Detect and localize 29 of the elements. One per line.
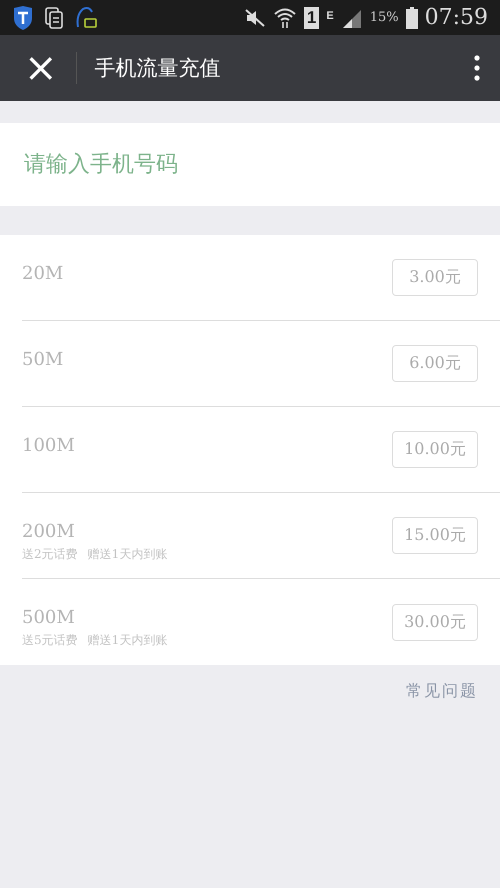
document-icon <box>44 6 64 30</box>
plan-size: 100M <box>22 435 75 456</box>
price-button[interactable]: 3.00元 <box>392 259 478 296</box>
close-button[interactable]: × <box>20 48 62 88</box>
price-button[interactable]: 10.00元 <box>392 431 478 468</box>
battery-icon <box>406 6 418 28</box>
plan-size: 200M <box>22 521 76 542</box>
plan-note: 送5元话费 <box>22 632 78 649</box>
plan-note: 赠送1天内到账 <box>88 546 168 563</box>
price-button[interactable]: 15.00元 <box>392 517 478 554</box>
mute-icon <box>244 8 266 28</box>
shield-icon <box>12 4 34 30</box>
price-button[interactable]: 30.00元 <box>392 604 478 640</box>
plan-note: 赠送1天内到账 <box>88 632 168 649</box>
wifi-icon <box>272 6 297 28</box>
network-type: E <box>326 10 334 22</box>
clock: 07:59 <box>424 5 488 30</box>
plan-note: 送2元话费 <box>22 546 78 563</box>
plan-size: 50M <box>22 349 64 370</box>
price-button[interactable]: 6.00元 <box>392 345 478 382</box>
faq-link[interactable]: 常见问题 <box>406 681 478 702</box>
phone-input-field[interactable]: 请输入手机号码 <box>0 123 500 206</box>
page-title: 手机流量充值 <box>94 55 222 82</box>
plan-size: 20M <box>22 263 64 284</box>
more-icon[interactable] <box>474 55 480 81</box>
plan-size: 500M <box>22 607 76 628</box>
signal-icon <box>340 8 363 28</box>
sim-indicator: 1 <box>304 6 320 28</box>
battery-percent: 15% <box>370 10 399 25</box>
